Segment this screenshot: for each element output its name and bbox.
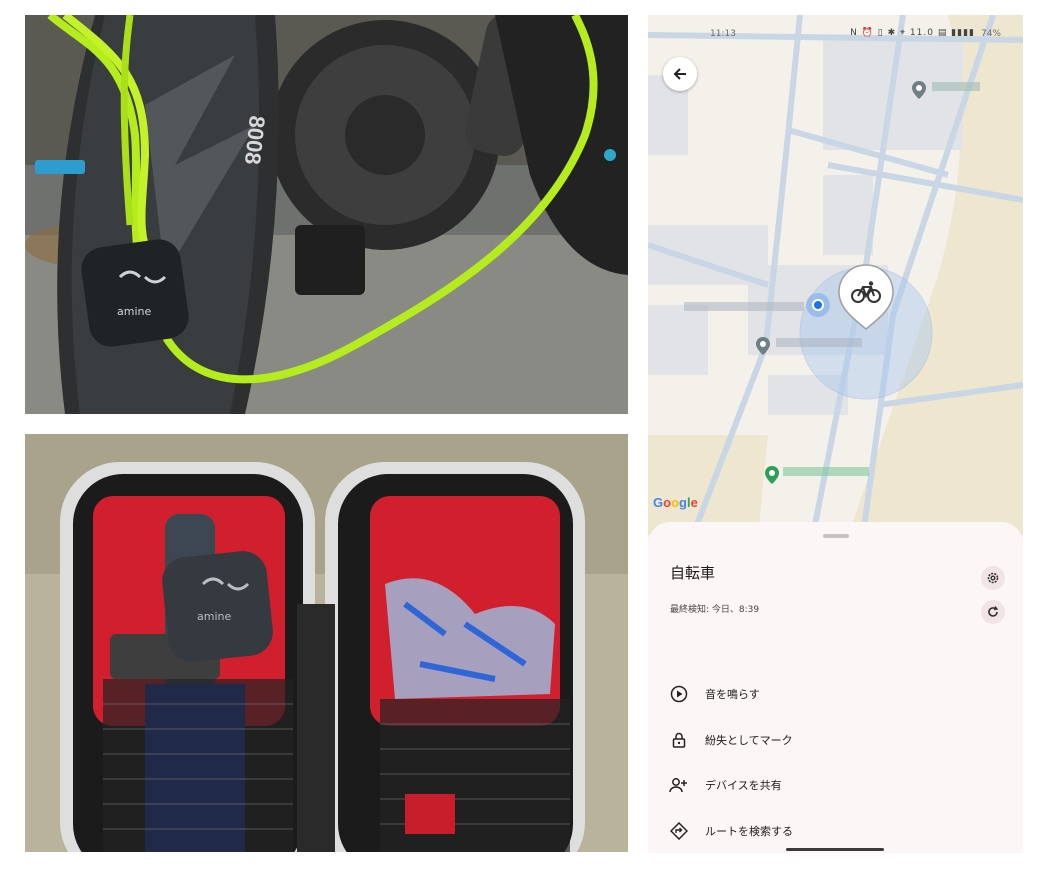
map-view[interactable]: 11:13 N ⏰ ▯ ✱ ⌖ 11.0 ▤ ▮▮▮▮ 74% Google xyxy=(648,15,1023,537)
action-label: デバイスを共有 xyxy=(705,779,782,792)
action-mark-lost[interactable]: 紛失としてマーク xyxy=(668,727,998,753)
map-pin-icon[interactable] xyxy=(765,466,779,484)
refresh-button[interactable] xyxy=(981,600,1005,624)
back-button[interactable] xyxy=(663,57,697,91)
arrow-left-icon xyxy=(673,68,686,80)
google-logo-letter: g xyxy=(679,495,687,510)
photo-bike-with-tag: 8008 amine xyxy=(25,15,628,414)
status-battery: 74% xyxy=(980,29,1001,39)
google-logo-letter: o xyxy=(671,495,680,510)
status-time: 11:13 xyxy=(710,29,736,39)
svg-text:amine: amine xyxy=(197,610,231,623)
action-label: 音を鳴らす xyxy=(705,688,760,701)
map-pin-icon[interactable] xyxy=(912,81,926,99)
map-canvas xyxy=(648,15,1023,537)
last-seen-text: 最終検知: 今日、8:39 xyxy=(670,605,760,615)
google-logo: Google xyxy=(653,495,698,510)
device-bottom-sheet: 自転車 最終検知: 今日、8:39 音を鳴らす 紛失としてマーク デバイスを共有… xyxy=(648,522,1023,853)
action-label: 紛失としてマーク xyxy=(705,734,793,747)
google-logo-letter: e xyxy=(690,495,698,510)
gesture-nav-bar[interactable] xyxy=(786,848,884,851)
google-logo-letter: o xyxy=(663,495,672,510)
action-share-device[interactable]: デバイスを共有 xyxy=(668,772,998,798)
status-icons: N ⏰ ▯ ✱ ⌖ 11.0 ▤ ▮▮▮▮ xyxy=(850,28,975,38)
play-circle-icon xyxy=(668,683,690,705)
svg-text:8008: 8008 xyxy=(240,114,270,165)
svg-text:amine: amine xyxy=(117,305,151,318)
action-play-sound[interactable]: 音を鳴らす xyxy=(668,681,998,707)
device-name: 自転車 xyxy=(670,564,716,582)
google-logo-letter: G xyxy=(653,495,664,510)
map-pin-icon[interactable] xyxy=(756,337,770,355)
phone-screenshot: 11:13 N ⏰ ▯ ✱ ⌖ 11.0 ▤ ▮▮▮▮ 74% Google 自… xyxy=(648,15,1023,853)
settings-button[interactable] xyxy=(981,566,1005,590)
directions-icon xyxy=(668,820,690,842)
sheet-drag-handle[interactable] xyxy=(823,534,849,538)
action-label: ルートを検索する xyxy=(705,825,793,838)
photo-saddle-bag-with-tag: amine xyxy=(25,434,628,852)
gear-icon xyxy=(987,572,999,584)
person-add-icon xyxy=(668,774,690,796)
lock-icon xyxy=(668,729,690,751)
action-get-directions[interactable]: ルートを検索する xyxy=(668,818,998,844)
refresh-icon xyxy=(988,606,999,617)
bicycle-icon xyxy=(851,281,881,303)
device-location-marker[interactable] xyxy=(837,263,895,333)
